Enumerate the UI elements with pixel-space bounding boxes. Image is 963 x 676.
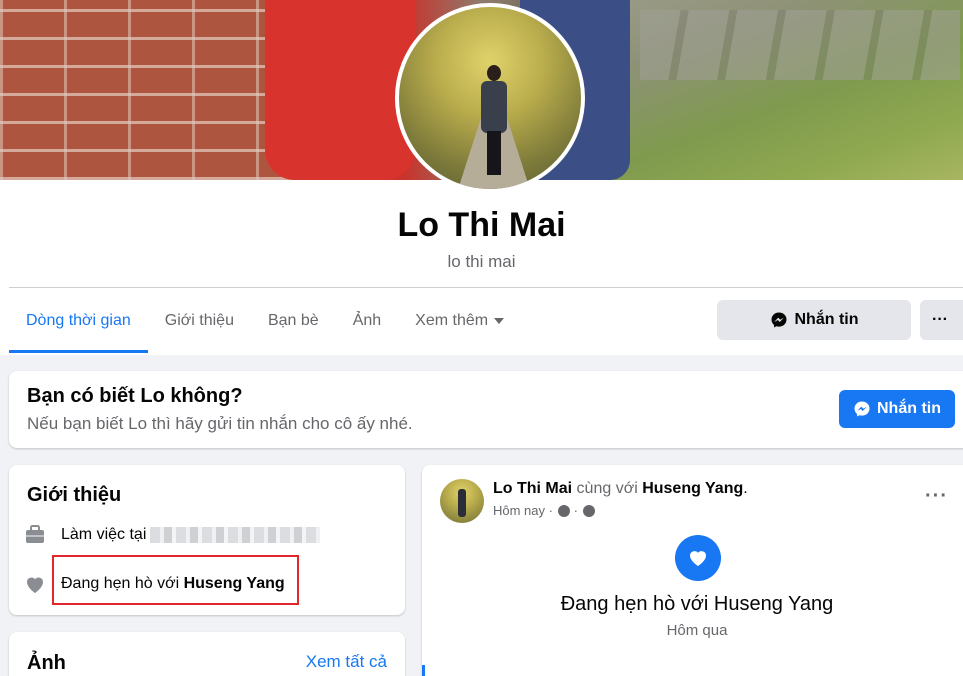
life-event-time: Hôm qua	[666, 622, 728, 639]
photos-title: Ảnh	[27, 652, 66, 674]
profile-alternate-name: lo thi mai	[447, 252, 516, 271]
tab-more[interactable]: Xem thêm	[398, 289, 521, 353]
tab-timeline[interactable]: Dòng thời gian	[9, 289, 148, 353]
heart-icon	[27, 577, 43, 593]
cover-red-coat	[265, 0, 415, 180]
post-author-link[interactable]: Lo Thi Mai	[493, 480, 572, 497]
post-tagged-link[interactable]: Huseng Yang	[642, 480, 743, 497]
profile-name: Lo Thi Mai	[397, 206, 566, 244]
message-button[interactable]: Nhắn tin	[717, 300, 911, 340]
timeline-post: Lo Thi Mai cùng với Huseng Yang. Hôm nay…	[422, 465, 963, 676]
cover-brick-wall	[0, 0, 300, 180]
profile-tabs: Dòng thời gian Giới thiệu Bạn bè Ảnh Xem…	[9, 289, 521, 353]
relationship-heart-icon	[675, 535, 721, 581]
globe-icon	[582, 504, 595, 517]
know-person-card: Bạn có biết Lo không? Nếu bạn biết Lo th…	[9, 371, 963, 448]
cover-stones	[640, 10, 960, 80]
profile-avatar[interactable]	[395, 3, 585, 193]
post-time[interactable]: Hôm nay ·	[493, 503, 553, 518]
caret-down-icon	[494, 317, 505, 324]
more-dots-icon: ···	[932, 311, 948, 328]
intro-work-row: Làm việc tại	[23, 523, 321, 547]
tab-friends[interactable]: Bạn bè	[251, 289, 336, 353]
messenger-icon	[854, 401, 870, 417]
more-options-button[interactable]: ···	[920, 300, 963, 340]
know-card-title: Bạn có biết Lo không?	[27, 385, 243, 407]
work-label: Làm việc tại	[61, 526, 147, 543]
intro-card: Giới thiệu Làm việc tại Đang hẹn hò với …	[9, 465, 405, 615]
post-edge-accent	[422, 665, 425, 676]
know-card-subtitle: Nếu bạn biết Lo thì hãy gửi tin nhắn cho…	[27, 414, 413, 433]
see-all-photos-link[interactable]: Xem tất cả	[306, 652, 387, 672]
photos-card: Ảnh Xem tất cả	[9, 632, 405, 676]
messenger-icon	[771, 312, 786, 328]
briefcase-icon	[26, 525, 44, 543]
post-meta: Hôm nay · ·	[493, 503, 595, 518]
header-divider	[9, 287, 963, 288]
post-avatar[interactable]	[440, 479, 484, 523]
post-menu-button[interactable]: ···	[925, 485, 948, 508]
clock-icon	[557, 504, 570, 517]
intro-title: Giới thiệu	[27, 484, 122, 506]
tab-photos[interactable]: Ảnh	[336, 289, 398, 353]
work-place-blurred	[150, 527, 321, 543]
send-message-button[interactable]: Nhắn tin	[839, 390, 955, 428]
avatar-figure	[481, 65, 507, 175]
post-header: Lo Thi Mai cùng với Huseng Yang.	[493, 480, 748, 497]
tab-about[interactable]: Giới thiệu	[148, 289, 251, 353]
send-message-label: Nhắn tin	[877, 400, 941, 417]
message-button-label: Nhắn tin	[794, 311, 859, 328]
highlight-box	[52, 555, 299, 605]
life-event-text: Đang hẹn hò với Huseng Yang	[560, 593, 834, 615]
